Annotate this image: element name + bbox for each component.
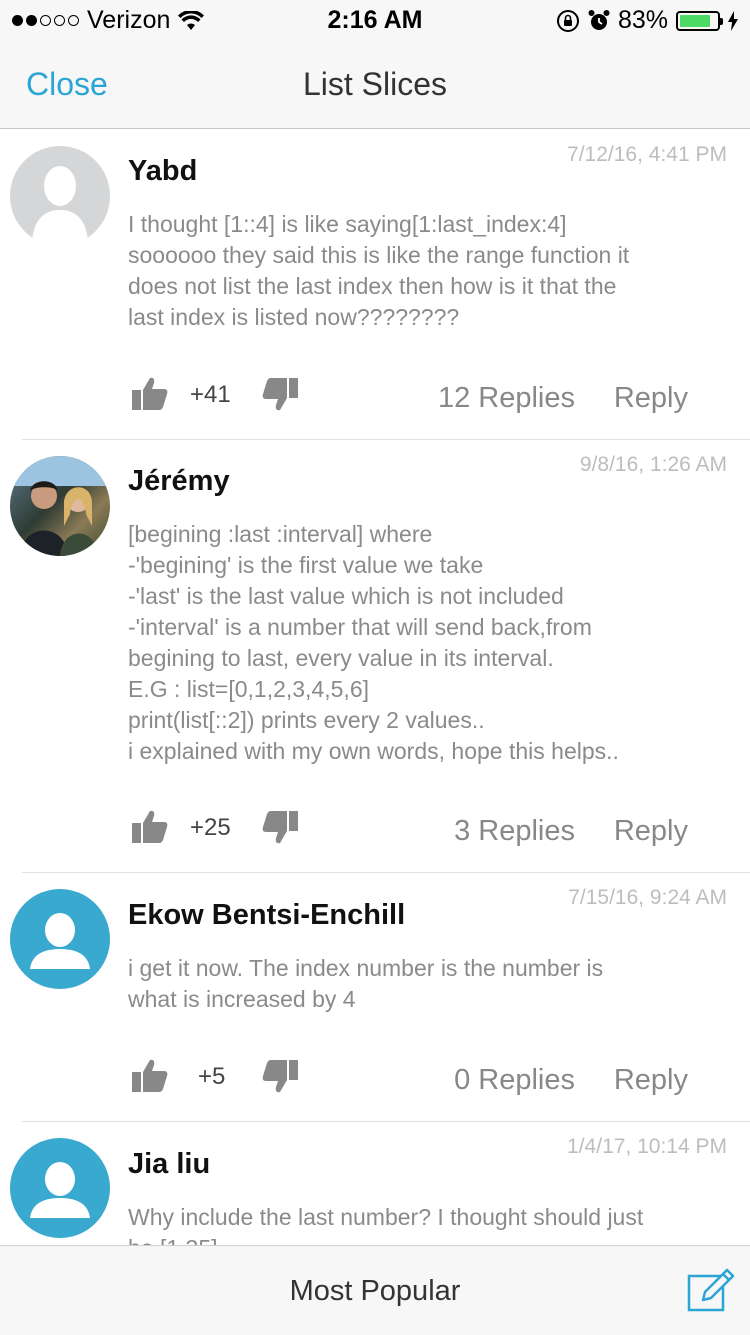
comment-date: 1/4/17, 10:14 PM [567, 1135, 727, 1158]
comment-item: Jérémy 9/8/16, 1:26 AM [begining :last :… [0, 440, 750, 872]
comment-list[interactable]: Yabd 7/12/16, 4:41 PM I thought [1::4] i… [0, 129, 750, 1245]
thumbs-down-icon[interactable] [260, 374, 300, 414]
user-photo [10, 456, 110, 556]
replies-link[interactable]: 3 Replies [454, 815, 575, 848]
battery-icon [676, 10, 723, 31]
default-avatar-icon [32, 166, 88, 246]
compose-icon[interactable] [687, 1268, 735, 1314]
reply-button[interactable]: Reply [614, 382, 688, 415]
comment-date: 7/12/16, 4:41 PM [567, 143, 727, 166]
comment-date: 7/15/16, 9:24 AM [568, 886, 727, 909]
user-avatar[interactable] [10, 146, 110, 246]
vote-count: +41 [190, 381, 231, 408]
battery-percent: 83% [617, 6, 668, 34]
replies-link[interactable]: 12 Replies [438, 382, 575, 415]
vote-count: +5 [198, 1063, 226, 1090]
user-avatar[interactable] [10, 456, 110, 556]
thumbs-up-icon[interactable] [130, 374, 170, 414]
comment-body: I thought [1::4] is like saying[1:last_i… [128, 211, 630, 330]
comment-item: Jia liu 1/4/17, 10:14 PM Why include the… [0, 1122, 750, 1245]
comment-author[interactable]: Ekow Bentsi-Enchill [128, 899, 405, 932]
rotation-lock-icon [556, 9, 579, 32]
comment-actions: +25 3 Replies Reply [0, 807, 750, 857]
comment-author[interactable]: Jérémy [128, 465, 230, 498]
reply-button[interactable]: Reply [614, 1064, 688, 1097]
user-avatar[interactable] [10, 889, 110, 989]
battery-level [680, 14, 710, 27]
thumbs-up-icon[interactable] [130, 807, 170, 847]
status-bar: Verizon 2:16 AM 83% [0, 0, 750, 40]
comment-date: 9/8/16, 1:26 AM [579, 453, 727, 476]
thumbs-up-icon[interactable] [130, 1056, 170, 1096]
comment-item: Ekow Bentsi-Enchill 7/15/16, 9:24 AM i g… [0, 873, 750, 1121]
default-avatar-icon [30, 1162, 90, 1218]
bottom-bar: Most Popular [0, 1245, 750, 1335]
vote-count: +25 [190, 814, 231, 841]
charging-icon [728, 10, 738, 31]
comment-body: i get it now. The index number is the nu… [128, 955, 604, 1012]
page-title: List Slices [302, 66, 448, 102]
navigation-bar: Close List Slices [0, 40, 750, 129]
comment-author[interactable]: Yabd [128, 155, 197, 188]
replies-link[interactable]: 0 Replies [454, 1064, 575, 1097]
status-right: 83% [556, 6, 738, 35]
comment-body: Why include the last number? I thought s… [128, 1204, 644, 1245]
alarm-icon [588, 9, 610, 30]
default-avatar-icon [30, 913, 90, 969]
thumbs-down-icon[interactable] [260, 1056, 300, 1096]
comment-item: Yabd 7/12/16, 4:41 PM I thought [1::4] i… [0, 129, 750, 439]
user-avatar[interactable] [10, 1138, 110, 1238]
reply-button[interactable]: Reply [614, 815, 688, 848]
thumbs-down-icon[interactable] [260, 807, 300, 847]
comment-actions: +41 12 Replies Reply [0, 374, 750, 424]
comment-author[interactable]: Jia liu [128, 1148, 210, 1181]
comment-body: [begining :last :interval] where -'begin… [128, 521, 619, 764]
comment-actions: +5 0 Replies Reply [0, 1056, 750, 1106]
sort-selector[interactable]: Most Popular [0, 1275, 750, 1308]
